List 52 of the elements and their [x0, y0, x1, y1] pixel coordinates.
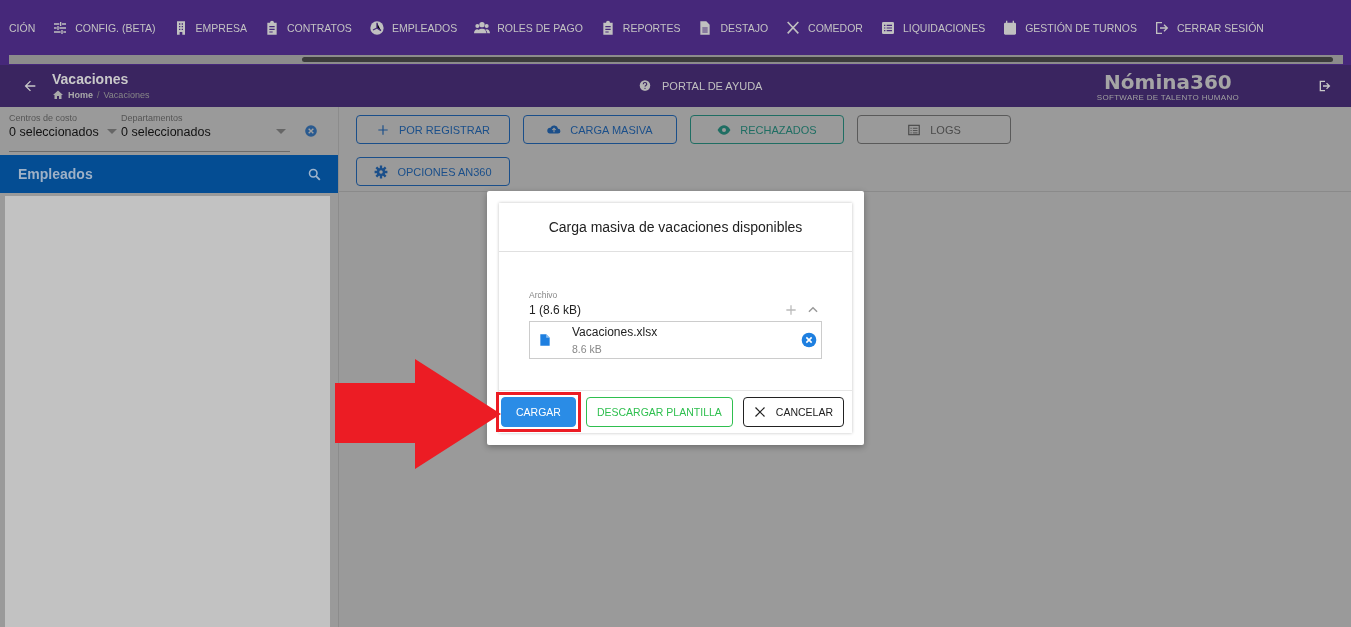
nav-menu-item[interactable]: COMEDOR	[785, 19, 863, 36]
file-name: Vacaciones.xlsx	[572, 325, 659, 339]
nav-menu-item[interactable]: DESTAJO	[697, 19, 769, 36]
back-arrow-icon[interactable]	[22, 78, 38, 94]
breadcrumb-current: Vacaciones	[103, 90, 150, 100]
list-icon	[879, 19, 896, 36]
calendar-icon	[1002, 19, 1019, 36]
nav-menu-item[interactable]: CERRAR SESIÓN	[1154, 19, 1264, 36]
logo-tagline: SOFTWARE DE TALENTO HUMANO	[1096, 92, 1239, 102]
nav-menu-item[interactable]: GESTIÓN DE TURNOS	[1002, 19, 1137, 36]
nav-menu-item[interactable]: CIÓN	[9, 21, 36, 34]
nav-menu-item[interactable]: EMPLEADOS	[368, 19, 458, 36]
home-icon	[52, 89, 64, 101]
gear-icon	[374, 164, 389, 179]
clear-icon[interactable]	[304, 124, 318, 138]
help-portal-link[interactable]: PORTAL DE AYUDA	[638, 79, 763, 93]
help-icon	[638, 79, 652, 93]
plus-icon	[375, 122, 390, 137]
file-summary: 1 (8.6 kB)	[529, 303, 582, 317]
list-icon	[907, 122, 922, 137]
file-size: 8.6 kB	[572, 343, 603, 355]
nav-menu-item[interactable]: CONFIG. (BETA)	[52, 19, 156, 36]
page-title: Vacaciones	[52, 71, 130, 87]
search-icon[interactable]	[307, 166, 322, 182]
breadcrumb-separator: /	[97, 90, 100, 100]
nav-menu-item[interactable]: REPORTES	[599, 19, 681, 36]
nav-menu-item[interactable]: EMPRESA	[172, 19, 247, 36]
file-icon	[538, 332, 552, 348]
sidebar-title: Empleados	[18, 166, 93, 182]
dialog-button[interactable]: CANCELAR	[742, 397, 844, 427]
filter-select[interactable]: 0 seleccionados	[9, 124, 121, 139]
dialog-title: Carga masiva de vacaciones disponibles	[499, 203, 852, 252]
eye-icon	[717, 122, 732, 137]
sliders-icon	[52, 19, 69, 36]
field-label: Archivo	[529, 290, 559, 300]
horizontal-scrollbar[interactable]	[9, 55, 1343, 64]
nav-menu-item[interactable]: CONTRATOS	[263, 19, 352, 36]
logout-icon	[1154, 19, 1170, 36]
filter-label: Departamentos	[121, 112, 184, 123]
dropdown-caret-icon	[107, 129, 117, 134]
breadcrumb-link[interactable]: Home	[68, 90, 93, 100]
nav-menu-item[interactable]: LIQUIDACIONES	[879, 19, 986, 36]
dropdown-caret-icon	[276, 129, 286, 134]
close-icon	[753, 406, 766, 418]
nav-menu-item[interactable]: ROLES DE PAGO	[474, 19, 583, 36]
dialog-button[interactable]: CARGAR	[501, 397, 576, 427]
logo-text: Nómina360	[1104, 70, 1232, 93]
remove-icon[interactable]	[801, 332, 817, 348]
people-icon	[474, 19, 491, 36]
filter-select[interactable]: 0 seleccionados	[121, 124, 290, 139]
filter-label: Centros de costo	[9, 112, 79, 123]
logout-icon[interactable]	[1317, 78, 1333, 94]
